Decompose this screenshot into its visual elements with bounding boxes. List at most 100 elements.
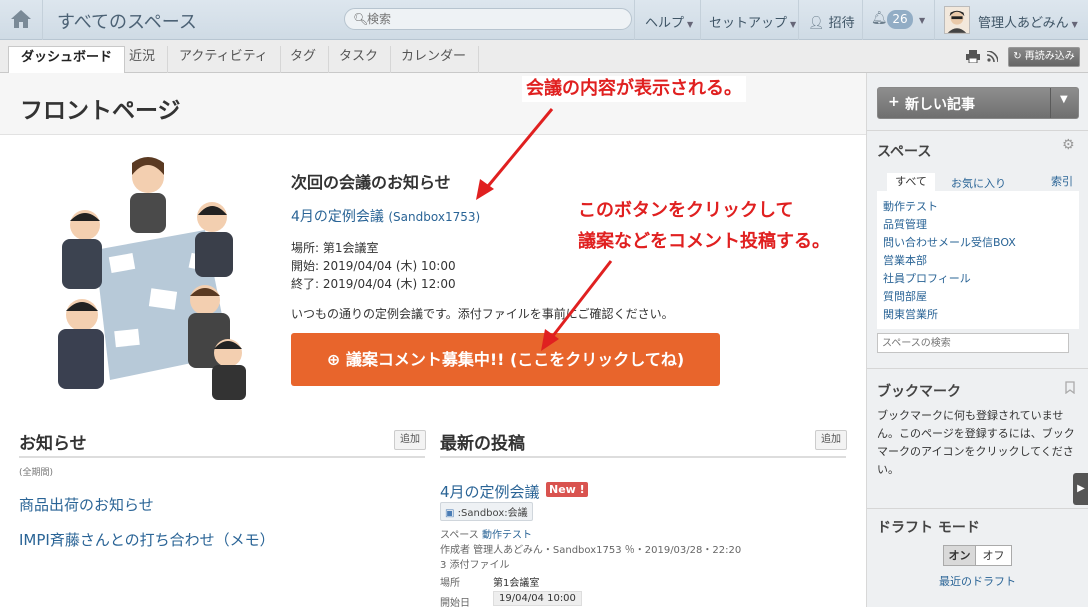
rss-icon[interactable]: [987, 51, 998, 62]
space-item[interactable]: 質問部屋: [883, 288, 927, 304]
search-input[interactable]: [367, 12, 617, 26]
draft-on-button[interactable]: オン: [943, 545, 976, 566]
tab-bar: ダッシュボード 近況 アクティビティ タグ タスク カレンダー: [0, 40, 1088, 74]
comment-call-button[interactable]: ⊕ 議案コメント募集中!! (ここをクリックしてね): [291, 333, 720, 386]
tab-dashboard[interactable]: ダッシュボード: [8, 46, 126, 74]
spaces-panel: スペース ⚙ すべて お気に入り 索引 動作テスト 品質管理 問い合わせメール受…: [867, 131, 1088, 369]
chevron-down-icon[interactable]: ▼: [1060, 94, 1068, 105]
space-item[interactable]: 品質管理: [883, 216, 927, 232]
news-heading: お知らせ: [19, 434, 87, 454]
search-box[interactable]: 🔍︎: [344, 8, 632, 30]
annotation-arrow-top: [476, 108, 554, 200]
plus-circle-icon: ⊕: [326, 350, 341, 369]
search-icon: 🔍︎: [353, 12, 369, 26]
reload-button[interactable]: ↻ 再読み込み: [1008, 47, 1080, 67]
user-name: 管理人あどみん: [978, 16, 1069, 31]
space-item[interactable]: 問い合わせメール受信BOX: [883, 234, 1016, 250]
news-period: (全期間): [19, 468, 54, 478]
divider: [19, 456, 425, 458]
recent-attachments: 3 添付ファイル: [440, 560, 510, 571]
chevron-down-icon[interactable]: ▼: [916, 12, 925, 27]
chevron-right-icon[interactable]: ▶: [1073, 473, 1088, 505]
help-menu[interactable]: ヘルプ ▼: [645, 12, 693, 31]
place-value: 第1会議室: [493, 578, 540, 589]
avatar[interactable]: [944, 6, 970, 34]
news-item[interactable]: IMPI斉藤さんとの打ち合わせ（メモ）: [19, 529, 275, 550]
space-selector[interactable]: すべてのスペース: [57, 8, 197, 34]
invite-label: 招待: [828, 16, 855, 31]
new-article-panel: + 新しい記事 ▼: [867, 73, 1088, 131]
space-search-input[interactable]: [877, 333, 1069, 353]
draft-heading: ドラフト モード: [877, 520, 980, 536]
spaces-heading: スペース: [877, 144, 932, 160]
space-label: スペース: [440, 530, 479, 541]
news-add-button[interactable]: 追加: [394, 430, 426, 450]
recent-post-title[interactable]: 4月の定例会議: [440, 481, 540, 502]
reload-label: 再読み込み: [1024, 51, 1075, 62]
annotation-button-line1: このボタンをクリックして: [574, 198, 798, 224]
main-content: フロントページ 次回の会議のお知らせ 4月の定例会議 (Sandbox1753)…: [0, 73, 866, 609]
tab-calendar[interactable]: カレンダー: [389, 46, 480, 73]
chevron-down-icon: ▼: [790, 20, 797, 29]
new-article-label: 新しい記事: [905, 97, 975, 113]
tab-all-spaces[interactable]: すべて: [887, 173, 935, 191]
space-tag[interactable]: ▣ :Sandbox:会議: [440, 502, 533, 521]
meeting-heading: 次回の会議のお知らせ: [291, 173, 451, 192]
sidebar: + 新しい記事 ▼ スペース ⚙ すべて お気に入り 索引 動作テスト 品質管理…: [866, 73, 1088, 607]
space-link[interactable]: 動作テスト: [482, 530, 532, 541]
recent-author: 作成者 管理人あどみん・Sandbox1753 ％・2019/03/28・22:…: [440, 545, 742, 556]
space-item[interactable]: 営業本部: [883, 252, 927, 268]
news-item[interactable]: 商品出荷のお知らせ: [19, 494, 154, 515]
page-title: フロントページ: [20, 98, 181, 124]
new-badge: New !: [546, 482, 588, 497]
user-menu[interactable]: 管理人あどみん ▼: [978, 12, 1078, 31]
tab-favorite-spaces[interactable]: お気に入り: [951, 175, 1006, 191]
meeting-space: (Sandbox1753): [388, 210, 481, 224]
space-index-link[interactable]: 索引: [1051, 173, 1073, 189]
plus-icon: +: [888, 94, 900, 110]
chevron-down-icon: ▼: [687, 20, 694, 29]
space-item[interactable]: 動作テスト: [883, 198, 938, 214]
invite-user-icon: 👤︎: [808, 16, 825, 31]
refresh-icon: ↻: [1013, 51, 1022, 62]
annotation-arrow-button: [541, 260, 613, 351]
print-icon[interactable]: [966, 50, 980, 63]
meeting-link[interactable]: 4月の定例会議 (Sandbox1753): [291, 206, 480, 226]
cta-label: 議案コメント募集中!! (ここをクリックしてね): [345, 350, 685, 369]
recent-posts-heading: 最新の投稿: [440, 434, 525, 454]
bell-icon[interactable]: 🔔︎: [871, 11, 888, 26]
annotation-button-line2: 議案などをコメント投稿する。: [574, 229, 834, 255]
tab-activity[interactable]: アクティビティ: [167, 46, 281, 73]
meeting-title: 4月の定例会議: [291, 209, 384, 225]
meeting-end: 終了: 2019/04/04 (木) 12:00: [291, 277, 456, 291]
recent-add-button[interactable]: 追加: [815, 430, 847, 450]
recent-drafts-link[interactable]: 最近のドラフト: [939, 573, 1016, 589]
meeting-place: 場所: 第1会議室: [291, 241, 379, 255]
chevron-down-icon: ▼: [1071, 20, 1078, 29]
tab-recent-status[interactable]: 近況: [117, 46, 169, 73]
space-item[interactable]: 社員プロフィール: [883, 270, 971, 286]
help-label: ヘルプ: [645, 16, 685, 31]
chat-icon: ▣: [445, 508, 455, 519]
space-item[interactable]: 関東営業所: [883, 306, 938, 322]
gear-icon[interactable]: ⚙: [1062, 137, 1075, 153]
notification-badge[interactable]: 26: [887, 10, 913, 29]
bookmark-heading: ブックマーク: [877, 384, 961, 400]
draft-panel: ドラフト モード オン オフ 最近のドラフト: [867, 509, 1088, 607]
new-article-button[interactable]: + 新しい記事 ▼: [877, 87, 1079, 119]
draft-off-button[interactable]: オフ: [975, 545, 1012, 566]
tab-tags[interactable]: タグ: [278, 46, 330, 73]
home-icon[interactable]: [10, 9, 32, 29]
recent-space-row: スペース 動作テスト: [440, 526, 532, 541]
tab-tasks[interactable]: タスク: [327, 46, 392, 73]
divider: [440, 456, 846, 458]
setup-menu[interactable]: セットアップ ▼: [709, 12, 796, 31]
meeting-illustration: [58, 157, 246, 400]
bookmark-panel: ブックマーク ブックマークに何も登録されていません。このページを登録するには、ブ…: [867, 369, 1088, 509]
setup-label: セットアップ: [709, 16, 788, 31]
date-value: 19/04/04 10:00: [493, 591, 582, 606]
bookmark-icon[interactable]: [1065, 381, 1075, 394]
space-tag-label: :Sandbox:会議: [457, 508, 528, 519]
annotation-meeting-content: 会議の内容が表示される。: [522, 76, 746, 102]
invite-button[interactable]: 👤︎ 招待: [808, 12, 855, 31]
